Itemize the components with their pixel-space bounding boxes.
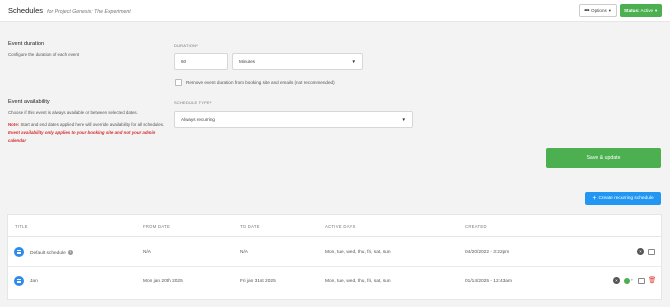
schedule-icon (14, 276, 24, 286)
event-duration-heading: Event duration (8, 41, 45, 47)
page-title: Schedules for Project Genesis: The Exper… (8, 6, 131, 15)
active-status-icon[interactable] (624, 278, 630, 284)
table-row[interactable]: Jan Mon jan 20th 2025 Fri jan 31st 2025 … (8, 267, 661, 296)
column-header-active-days: ACTIVE DAYS (325, 224, 356, 229)
column-header-from-date: FROM DATE (143, 224, 171, 229)
row-created: 04/20/2022 - 3:22pm (465, 250, 510, 255)
close-icon[interactable]: × (637, 248, 644, 255)
row-title: Default schedule i (30, 250, 73, 256)
trash-icon[interactable]: 🗑 (648, 277, 656, 284)
duration-field-label: DURATION* (174, 43, 198, 48)
row-active-days: Mon, tue, wed, thu, fri, sat, sun (325, 279, 391, 284)
required-marker: * (209, 100, 212, 105)
chevron-down-icon: ▼ (401, 117, 406, 122)
create-label: Create recurring schedule (598, 196, 654, 201)
schedule-type-label-text: SCHEDULE TYPE (174, 100, 210, 105)
status-dropdown-button[interactable]: Status: Active ▼ (620, 4, 662, 17)
schedules-table: TITLE FROM DATE TO DATE ACTIVE DAYS CREA… (7, 214, 662, 300)
save-and-update-button[interactable]: Save & update (546, 148, 661, 168)
note-prefix: Note: (8, 122, 20, 127)
row-title: Jan (30, 279, 38, 284)
page-subtitle: for Project Genesis: The Experiment (47, 9, 131, 15)
options-dropdown-button[interactable]: ••• Options ▼ (579, 4, 617, 17)
row-to-date: Fri jan 31st 2025 (240, 279, 276, 284)
event-availability-heading: Event availability (8, 99, 50, 105)
row-created: 01/14/2025 - 12:43am (465, 279, 512, 284)
column-header-to-date: TO DATE (240, 224, 260, 229)
options-label: Options (591, 8, 607, 13)
schedule-icon (14, 247, 24, 257)
calendar-icon[interactable] (648, 249, 655, 255)
schedule-type-field-label: SCHEDULE TYPE* (174, 100, 212, 105)
chevron-down-icon: ▼ (351, 59, 356, 64)
row-from-date: N/A (143, 250, 151, 255)
row-from-date: Mon jan 20th 2025 (143, 279, 183, 284)
status-value: Active (640, 8, 654, 13)
calendar-icon[interactable] (638, 278, 645, 284)
more-icon: ••• (584, 7, 589, 14)
info-icon[interactable]: i (67, 250, 73, 255)
table-row[interactable]: Default schedule i N/A N/A Mon, tue, wed,… (8, 238, 661, 267)
note-text: Start and end dates applied here will ov… (19, 122, 165, 127)
row-active-days: Mon, tue, wed, thu, fri, sat, sun (325, 250, 391, 255)
create-recurring-schedule-button[interactable]: + Create recurring schedule (585, 192, 661, 205)
status-prefix: Status: (623, 8, 640, 13)
duration-input[interactable]: 60 (174, 53, 228, 70)
event-duration-description: Configure the duration of each event (8, 52, 80, 57)
schedule-type-value: Always recurring (181, 117, 215, 122)
required-marker: * (196, 43, 198, 48)
availability-note: Note: Start and end dates applied here w… (8, 121, 168, 145)
row-title-text: Default schedule (30, 250, 66, 256)
caret-down-icon: ▼ (654, 8, 659, 13)
column-header-created: CREATED (465, 224, 487, 229)
duration-unit-select[interactable]: Minutes ▼ (232, 53, 363, 70)
caret-down-icon[interactable]: ▾ (631, 278, 638, 285)
close-icon[interactable]: × (613, 277, 620, 284)
event-availability-description: Choose if this event is always available… (8, 110, 138, 115)
column-header-title: TITLE (15, 224, 28, 229)
page-title-text: Schedules (8, 6, 44, 15)
duration-label-text: DURATION (174, 43, 197, 48)
remove-duration-label: Remove event duration from booking site … (186, 80, 335, 85)
remove-duration-checkbox[interactable] (175, 79, 182, 86)
plus-icon: + (592, 195, 597, 202)
caret-down-icon: ▼ (607, 8, 612, 13)
table-header: TITLE FROM DATE TO DATE ACTIVE DAYS CREA… (8, 215, 661, 237)
top-bar: Schedules for Project Genesis: The Exper… (0, 0, 670, 22)
row-to-date: N/A (240, 250, 248, 255)
schedule-type-select[interactable]: Always recurring ▼ (174, 111, 413, 128)
duration-unit-value: Minutes (239, 59, 256, 64)
note-emphasis: Event availability only applies to your … (8, 130, 156, 143)
